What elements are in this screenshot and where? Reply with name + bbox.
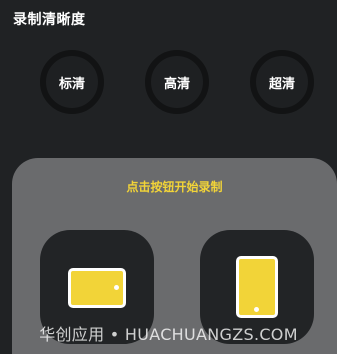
- resolution-option-label: 高清: [163, 76, 190, 92]
- resolution-option-label: 超清: [268, 76, 295, 92]
- resolution-title: 录制清晰度: [13, 12, 86, 28]
- resolution-options: 标清 高清 超清: [0, 50, 337, 114]
- resolution-option-ultra[interactable]: 超清: [250, 50, 314, 114]
- record-prompt: 点击按钮开始录制: [126, 180, 223, 194]
- resolution-option-standard[interactable]: 标清: [40, 50, 104, 114]
- portrait-device-icon: [236, 256, 278, 318]
- resolution-option-high[interactable]: 高清: [145, 50, 209, 114]
- watermark: 华创应用 • HUACHUANGZS.COM: [39, 325, 298, 344]
- device-button-dot: [254, 307, 259, 312]
- device-button-dot: [114, 285, 119, 290]
- resolution-option-label: 标清: [58, 76, 85, 92]
- landscape-device-icon: [68, 268, 126, 308]
